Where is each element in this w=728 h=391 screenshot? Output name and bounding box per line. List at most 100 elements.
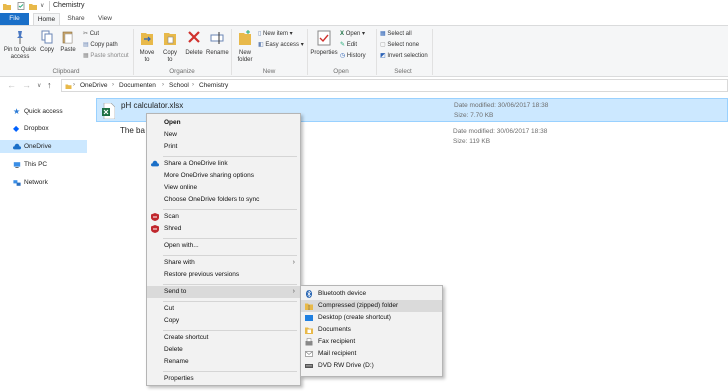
sidebar-item-this-pc[interactable]: This PC [0, 158, 87, 171]
send-to-mail[interactable]: Mail recipient [301, 348, 442, 360]
menu-item-print[interactable]: Print [147, 141, 300, 153]
invert-selection-button[interactable]: ◩ Invert selection [380, 52, 428, 59]
new-item-icon: ▯ [258, 31, 262, 37]
new-item-button[interactable]: ▯ New item ▾ [258, 30, 293, 37]
invert-selection-label: Invert selection [387, 53, 428, 59]
send-to-fax[interactable]: Fax recipient [301, 336, 442, 348]
properties-button[interactable]: Properties [310, 29, 338, 57]
send-to-desktop[interactable]: Desktop (create shortcut) [301, 312, 442, 324]
breadcrumb-chemistry[interactable]: Chemistry [199, 82, 228, 89]
copy-to-icon [164, 33, 176, 45]
sidebar-item-network[interactable]: Network [0, 176, 87, 189]
new-folder-icon[interactable] [29, 2, 37, 10]
send-to-compressed-folder[interactable]: Compressed (zipped) folder [301, 300, 442, 312]
navigation-pane: ★ Quick access ◆ Dropbox OneDrive This P… [0, 100, 88, 391]
open-button[interactable]: X Open ▾ [340, 30, 365, 37]
breadcrumb-onedrive[interactable]: OneDrive [80, 82, 107, 89]
up-arrow-icon[interactable]: ↑ [47, 80, 52, 90]
menu-item-label: Scan [164, 213, 179, 220]
address-bar[interactable]: › OneDrive › Documenten › School › Chemi… [61, 79, 728, 92]
customize-toolbar-chevron-icon[interactable]: ∨ [40, 2, 48, 10]
tab-home[interactable]: Home [33, 13, 60, 25]
paste-shortcut-button[interactable]: ▦ Paste shortcut [83, 52, 129, 59]
rename-button[interactable]: Rename [206, 29, 229, 57]
breadcrumb-separator-icon: › [162, 82, 164, 88]
edit-button[interactable]: ✎ Edit [340, 41, 357, 48]
send-to-dvd-drive[interactable]: DVD RW Drive (D:) [301, 360, 442, 372]
menu-item-view-online[interactable]: View online [147, 182, 300, 194]
sidebar-item-label: Quick access [24, 108, 63, 115]
rename-label: Rename [206, 50, 229, 56]
menu-item-label: Share with [164, 259, 195, 266]
invert-selection-icon: ◩ [380, 53, 386, 59]
menu-item-rename[interactable]: Rename [147, 356, 300, 368]
dropdown-arrow-icon: ▾ [362, 31, 366, 37]
copy-to-button[interactable]: Copy to [160, 29, 180, 64]
group-label-select: Select [394, 68, 412, 75]
move-to-label: Move to [139, 50, 155, 63]
copy-path-button[interactable]: ▤ Copy path [83, 41, 118, 48]
menu-item-label: Properties [164, 375, 194, 382]
copy-button[interactable]: Copy [38, 30, 56, 54]
select-none-button[interactable]: ▢ Select none [380, 41, 419, 48]
sidebar-item-quick-access[interactable]: ★ Quick access [0, 105, 87, 118]
menu-item-label: Choose OneDrive folders to sync [164, 196, 260, 203]
menu-item-new[interactable]: New [147, 129, 300, 141]
menu-item-choose-folders[interactable]: Choose OneDrive folders to sync [147, 194, 300, 206]
group-label-clipboard: Clipboard [52, 68, 80, 75]
paste-shortcut-icon: ▦ [83, 53, 89, 59]
paste-button[interactable]: Paste [59, 30, 77, 54]
menu-item-label: Mail recipient [318, 350, 357, 357]
pin-to-quick-access-button[interactable]: Pin to Quick access [2, 30, 38, 61]
menu-item-create-shortcut[interactable]: Create shortcut [147, 332, 300, 344]
history-icon: ◷ [340, 53, 346, 59]
menu-item-open-with[interactable]: Open with... [147, 240, 300, 252]
menu-item-scan[interactable]: Scan [147, 211, 300, 223]
menu-item-copy[interactable]: Copy [147, 315, 300, 327]
file-name[interactable]: The ba [120, 126, 145, 135]
dropbox-icon: ◆ [13, 124, 20, 133]
menu-item-restore-versions[interactable]: Restore previous versions [147, 269, 300, 281]
antivirus-shield-icon [151, 225, 159, 233]
copy-to-label: Copy to [162, 50, 177, 63]
tab-file[interactable]: File [0, 13, 29, 25]
file-name[interactable]: pH calculator.xlsx [121, 101, 183, 110]
menu-item-send-to[interactable]: Send to › [147, 286, 300, 298]
delete-button[interactable]: Delete [183, 29, 205, 57]
breadcrumb-documenten[interactable]: Documenten [119, 82, 156, 89]
menu-item-share-onedrive-link[interactable]: Share a OneDrive link [147, 158, 300, 170]
new-folder-label: New folder [237, 50, 253, 63]
onedrive-cloud-icon [151, 160, 159, 167]
menu-item-open[interactable]: Open [147, 117, 300, 129]
menu-item-label: DVD RW Drive (D:) [318, 362, 374, 369]
menu-item-delete[interactable]: Delete [147, 344, 300, 356]
easy-access-button[interactable]: ◧ Easy access ▾ [258, 41, 304, 48]
history-button[interactable]: ◷ History [340, 52, 366, 59]
menu-item-cut[interactable]: Cut [147, 303, 300, 315]
ribbon: Pin to Quick access Copy Paste ✂ Cut ▤ C… [0, 25, 728, 77]
send-to-documents[interactable]: Documents [301, 324, 442, 336]
cut-button[interactable]: ✂ Cut [83, 30, 99, 37]
menu-item-properties[interactable]: Properties [147, 373, 300, 385]
forward-arrow-icon[interactable]: → [22, 80, 31, 90]
breadcrumb-school[interactable]: School [169, 82, 189, 89]
select-all-button[interactable]: ▦ Select all [380, 30, 412, 37]
group-label-open: Open [333, 68, 349, 75]
tab-share[interactable]: Share [65, 13, 87, 25]
send-to-bluetooth[interactable]: Bluetooth device [301, 288, 442, 300]
sidebar-item-onedrive[interactable]: OneDrive [0, 140, 87, 153]
properties-label: Properties [310, 50, 338, 56]
recent-locations-chevron-icon[interactable]: ∨ [37, 82, 41, 89]
new-folder-button[interactable]: New folder [234, 29, 256, 64]
file-size: Size: 7.70 KB [454, 112, 494, 119]
navigation-bar: ← → ∨ ↑ › OneDrive › Documenten › School… [0, 77, 728, 94]
move-to-button[interactable]: Move to [137, 29, 157, 64]
menu-item-shred[interactable]: Shred [147, 223, 300, 235]
menu-item-label: Cut [164, 305, 175, 312]
menu-item-more-sharing[interactable]: More OneDrive sharing options [147, 170, 300, 182]
properties-icon[interactable] [17, 2, 25, 10]
back-arrow-icon[interactable]: ← [7, 80, 16, 90]
tab-view[interactable]: View [94, 13, 116, 25]
sidebar-item-dropbox[interactable]: ◆ Dropbox [0, 122, 87, 135]
menu-item-share-with[interactable]: Share with › [147, 257, 300, 269]
